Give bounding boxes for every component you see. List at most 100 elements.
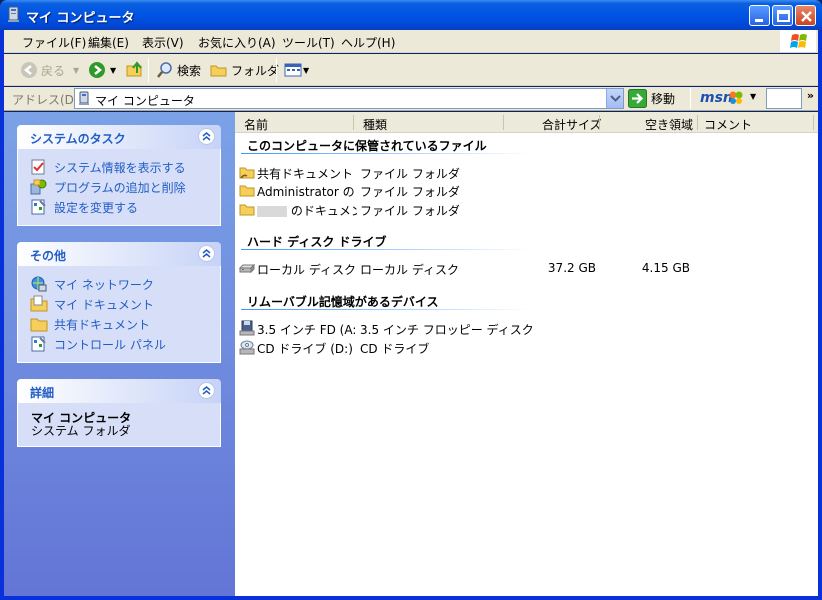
system-tasks-header[interactable]: システムのタスク [17,125,221,149]
window-frame-bottom[interactable] [0,596,822,600]
menu-bar: ファイル(F) 編集(E) 表示(V) お気に入り(A) ツール(T) ヘルプ(… [4,30,818,53]
hard-disk-icon [239,263,255,274]
system-tasks-body: システム情報を表示する プログラムの追加と削除 設定を変更する [17,149,221,226]
menu-favorites[interactable]: お気に入り(A) [198,34,276,51]
system-info-icon [31,159,45,175]
column-separator[interactable] [697,115,698,130]
toolbar-chevron[interactable]: » [807,89,814,102]
control-panel-icon [31,336,46,352]
column-type[interactable]: 種類 [363,116,387,133]
collapse-button[interactable] [198,245,215,262]
maximize-button[interactable] [772,5,793,26]
item-name: ローカル ディスク (... [257,263,355,277]
system-tasks-title: システムのタスク [30,132,126,146]
list-item[interactable]: 共有ドキュメント ファイル フォルダ [239,163,799,181]
place-label: 共有ドキュメント [54,317,151,332]
item-total-size: 37.2 GB [547,261,596,275]
search-label: 検索 [177,63,202,78]
window-frame-right[interactable] [818,30,822,600]
views-dropdown-icon[interactable]: ▼ [303,66,309,75]
other-places-header[interactable]: その他 [17,242,221,266]
place-my-network[interactable]: マイ ネットワーク [30,274,220,294]
msn-dropdown-icon[interactable]: ▼ [750,92,756,101]
place-shared-documents[interactable]: 共有ドキュメント [30,314,220,334]
network-icon [31,276,47,292]
back-button[interactable]: 戻る ▼ [20,61,79,79]
address-dropdown-button[interactable] [606,89,623,108]
column-free-space[interactable]: 空き領域 [645,116,693,133]
close-icon [801,11,812,22]
window-frame-left[interactable] [0,30,4,600]
minimize-button[interactable] [749,5,770,26]
folder-up-icon [126,61,142,77]
windows-logo-icon [780,30,816,52]
item-type: ファイル フォルダ [360,204,460,218]
forward-arrow-icon [89,62,105,78]
views-button[interactable]: ▼ [284,61,309,79]
item-type: ファイル フォルダ [360,185,460,199]
back-dropdown-icon[interactable]: ▼ [73,66,79,75]
up-button[interactable] [126,61,144,79]
column-total-size[interactable]: 合計サイズ [542,116,602,133]
folder-icon [30,318,48,332]
collapse-button[interactable] [198,128,215,145]
menu-help[interactable]: ヘルプ(H) [341,34,395,51]
group-header: このコンピュータに保管されているファイル [247,139,487,153]
details-type: システム フォルダ [31,424,131,438]
item-name: のドキュメント [257,202,357,219]
column-separator[interactable] [813,115,814,130]
place-my-documents[interactable]: マイ ドキュメント [30,294,220,314]
list-item[interactable]: 3.5 インチ FD (A:) 3.5 インチ フロッピー ディスク [239,319,799,337]
close-button[interactable] [795,5,816,26]
forward-dropdown-icon[interactable]: ▼ [110,66,116,75]
column-separator[interactable] [599,115,600,130]
folder-icon [239,204,255,216]
column-separator[interactable] [353,115,354,130]
my-computer-icon [79,91,89,105]
msn-search-input[interactable] [766,88,802,109]
msn-button[interactable]: msn ▼ [700,88,760,110]
forward-button[interactable]: ▼ [88,61,116,79]
item-name: CD ドライブ (D:) [257,342,353,356]
system-tasks-panel: システムのタスク システム情報を表示する プログラムの追加と削除 設定を変更する [17,125,221,226]
place-label: マイ ドキュメント [54,297,154,312]
group-header: リムーバブル記憶域があるデバイス [247,295,439,309]
task-view-system-info[interactable]: システム情報を表示する [30,157,220,177]
menu-view[interactable]: 表示(V) [142,34,184,51]
place-control-panel[interactable]: コントロール パネル [30,334,220,354]
item-type: ローカル ディスク [360,263,459,277]
menu-file[interactable]: ファイル(F) [22,34,86,51]
address-input[interactable]: マイ コンピュータ [74,88,624,109]
item-free-space: 4.15 GB [641,261,690,275]
maximize-icon [777,10,790,22]
collapse-button[interactable] [198,382,215,399]
task-label: プログラムの追加と削除 [54,180,186,195]
menu-edit[interactable]: 編集(E) [88,34,129,51]
floppy-drive-icon [239,320,255,336]
menu-tools[interactable]: ツール(T) [282,34,335,51]
column-header: 名前 種類 合計サイズ 空き領域 コメント [235,112,818,133]
back-arrow-icon [21,62,37,78]
address-label: アドレス(D) [12,93,79,107]
toolbar-separator [148,58,149,82]
search-button[interactable]: 検索 [156,61,201,79]
list-item[interactable]: のドキュメント ファイル フォルダ [239,200,799,218]
column-comment[interactable]: コメント [704,116,752,133]
list-item[interactable]: CD ドライブ (D:) CD ドライブ [239,338,799,356]
cd-drive-icon [239,340,255,355]
task-change-settings[interactable]: 設定を変更する [30,197,220,217]
title-bar[interactable]: マイ コンピュータ [0,0,822,30]
my-documents-icon [30,295,48,312]
list-item[interactable]: ローカル ディスク (... ローカル ディスク 37.2 GB 4.15 GB [239,259,799,277]
go-button[interactable]: 移動 [628,89,675,108]
chevron-down-icon [610,95,621,102]
other-places-body: マイ ネットワーク マイ ドキュメント 共有ドキュメント コントロール パネル [17,266,221,363]
folders-button[interactable]: フォルダ [210,61,279,79]
column-separator[interactable] [503,115,504,130]
list-item[interactable]: Administrator の... ファイル フォルダ [239,181,799,199]
column-name[interactable]: 名前 [244,116,268,133]
item-type: CD ドライブ [360,342,430,356]
task-add-remove-programs[interactable]: プログラムの追加と削除 [30,177,220,197]
details-name: マイ コンピュータ [31,411,132,425]
details-header[interactable]: 詳細 [17,379,221,403]
